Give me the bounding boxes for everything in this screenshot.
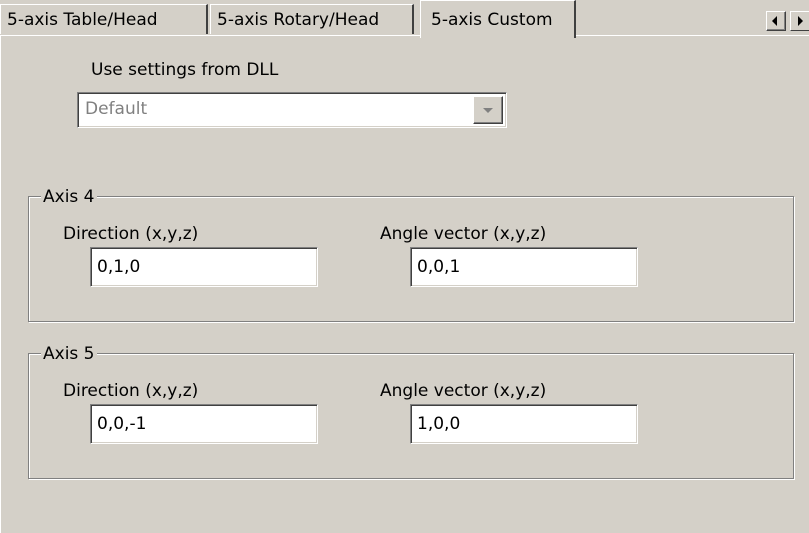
axis-5-title: Axis 5 [41, 344, 97, 364]
chevron-down-icon [483, 108, 493, 113]
axis-4-title: Axis 4 [41, 187, 97, 207]
tab-label: 5-axis Rotary/Head [217, 10, 380, 30]
axis-5-angle-input[interactable] [410, 404, 638, 444]
axis-4-angle-label: Angle vector (x,y,z) [380, 224, 547, 244]
tab-label: 5-axis Table/Head [7, 10, 158, 30]
tab-5-axis-rotary-head[interactable]: 5-axis Rotary/Head [210, 4, 414, 34]
axis-5-angle-label: Angle vector (x,y,z) [380, 381, 547, 401]
arrow-left-icon [772, 16, 777, 26]
arrow-right-icon [798, 16, 803, 26]
tab-scroll-right-button[interactable] [790, 11, 809, 31]
tab-5-axis-custom[interactable]: 5-axis Custom [420, 0, 576, 38]
axis-4-angle-input[interactable] [410, 247, 638, 287]
dll-settings-value: Default [85, 99, 148, 119]
axis-4-direction-input[interactable] [90, 247, 318, 287]
tab-scroll-left-button[interactable] [766, 11, 786, 31]
tab-strip-border [0, 35, 420, 36]
tab-strip-border [576, 35, 809, 36]
tab-5-axis-table-head[interactable]: 5-axis Table/Head [0, 4, 208, 34]
dll-settings-dropdown[interactable]: Default [77, 92, 507, 128]
axis-5-direction-label: Direction (x,y,z) [63, 381, 199, 401]
dropdown-button[interactable] [473, 96, 503, 124]
axis-4-direction-label: Direction (x,y,z) [63, 224, 199, 244]
tab-label: 5-axis Custom [431, 10, 553, 30]
property-page: 5-axis Table/Head 5-axis Rotary/Head 5-a… [0, 0, 809, 533]
page-border [0, 36, 1, 533]
axis-5-direction-input[interactable] [90, 404, 318, 444]
dll-settings-label: Use settings from DLL [91, 60, 279, 80]
